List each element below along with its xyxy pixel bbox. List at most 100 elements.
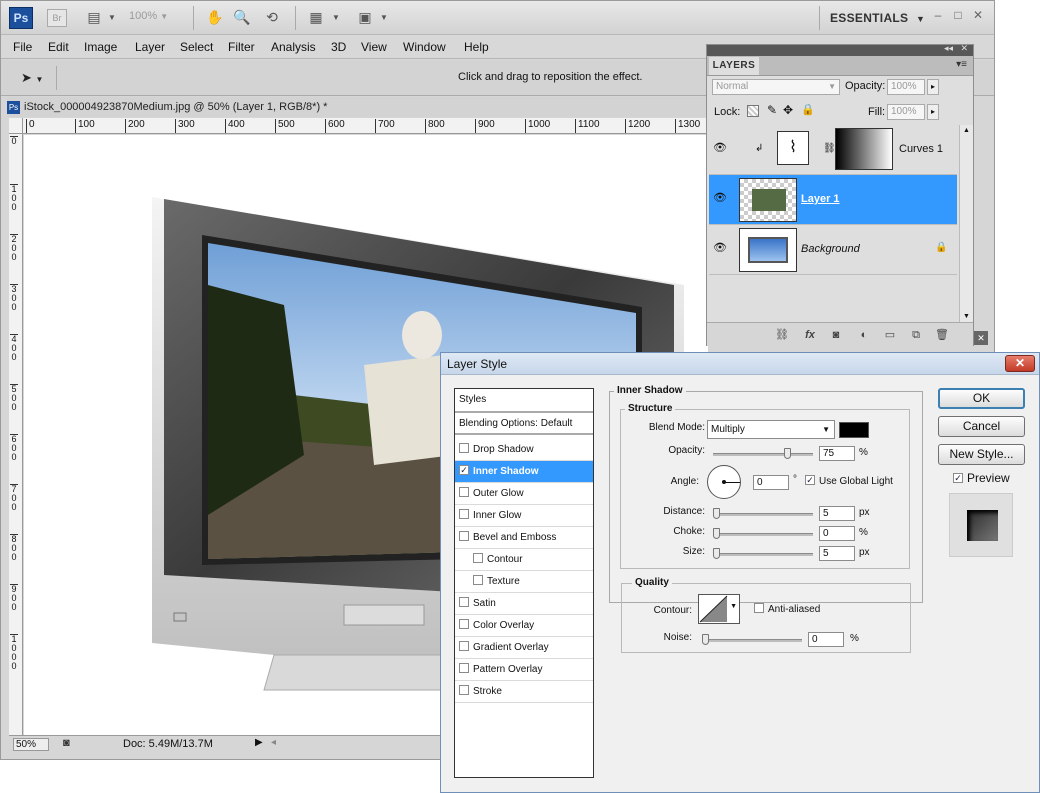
document-tab[interactable]: Ps iStock_000004923870Medium.jpg @ 50% (L… <box>7 97 707 117</box>
scroll-left-icon[interactable]: ◂ <box>271 737 276 748</box>
menu-view[interactable]: View <box>361 40 387 54</box>
visibility-eye-icon[interactable]: 👁 <box>713 191 727 205</box>
minimize-button[interactable]: – <box>931 8 945 22</box>
ok-button[interactable]: OK <box>938 388 1025 409</box>
angle-input[interactable]: 0 <box>753 475 789 490</box>
blend-mode-select[interactable]: Normal ▼ <box>712 79 840 95</box>
effect-checkbox[interactable] <box>459 487 469 498</box>
new-group-icon[interactable]: ▭ <box>883 328 897 342</box>
effect-item[interactable]: Drop Shadow <box>455 439 593 461</box>
visibility-eye-icon[interactable]: 👁 <box>713 141 727 155</box>
menu-filter[interactable]: Filter <box>228 40 255 54</box>
opacity-input[interactable]: 75 <box>819 446 855 461</box>
rotate-view-icon[interactable]: ⟲ <box>263 9 281 26</box>
chevron-down-icon[interactable]: ▼ <box>375 9 393 26</box>
adjustment-layer-icon[interactable]: ◐ <box>857 328 871 342</box>
blend-mode-dropdown[interactable]: Multiply ▼ <box>707 420 835 439</box>
panel-menu-icon[interactable]: ▾≡ <box>956 59 967 70</box>
collapse-icon[interactable]: ◂◂ <box>944 43 953 54</box>
horizontal-ruler[interactable]: 0 100 200 300 400 500 600 700 800 900 10… <box>23 118 708 134</box>
opacity-slider[interactable] <box>713 448 813 459</box>
effect-item[interactable]: Pattern Overlay <box>455 659 593 681</box>
menu-file[interactable]: File <box>13 40 32 54</box>
vertical-ruler[interactable]: 0 1 0 0 2 0 0 3 0 0 4 0 0 5 0 0 6 0 0 7 … <box>9 134 23 736</box>
menu-layer[interactable]: Layer <box>135 40 165 54</box>
effect-item[interactable]: Color Overlay <box>455 615 593 637</box>
size-input[interactable]: 5 <box>819 546 855 561</box>
effect-checkbox[interactable] <box>459 663 469 674</box>
workspace-switcher[interactable]: ESSENTIALS ▼ <box>830 11 925 25</box>
new-layer-icon[interactable]: ⧉ <box>909 328 923 342</box>
scroll-up-icon[interactable]: ▲ <box>963 127 970 134</box>
choke-input[interactable]: 0 <box>819 526 855 541</box>
effect-item[interactable]: Satin <box>455 593 593 615</box>
fill-input[interactable]: 100% <box>887 104 925 120</box>
effect-item[interactable]: ✓ Inner Shadow <box>455 461 593 483</box>
panel-close-icon[interactable]: ✕ <box>974 331 988 345</box>
layer-row-layer1[interactable]: 👁 Layer 1 <box>709 175 957 225</box>
slider-thumb[interactable] <box>713 548 720 559</box>
cancel-button[interactable]: Cancel <box>938 416 1025 437</box>
panel-close-icon[interactable]: ✕ <box>960 43 968 54</box>
effect-checkbox[interactable] <box>473 575 483 586</box>
menu-help[interactable]: Help <box>464 40 489 54</box>
shadow-color-swatch[interactable] <box>839 422 869 438</box>
effect-item[interactable]: Bevel and Emboss <box>455 527 593 549</box>
angle-dial[interactable] <box>707 465 741 499</box>
effect-checkbox[interactable] <box>459 509 469 520</box>
close-button[interactable]: ✕ <box>971 8 985 22</box>
chevron-down-icon[interactable]: ▼ <box>103 9 121 26</box>
menu-window[interactable]: Window <box>403 40 446 54</box>
zoom-level[interactable]: 100% ▼ <box>129 10 181 26</box>
preview-checkbox[interactable]: ✓ Preview <box>953 471 1010 485</box>
zoom-field[interactable]: 50% <box>13 738 49 751</box>
layer-name[interactable]: Layer 1 <box>801 193 840 205</box>
chevron-down-icon[interactable]: ▼ <box>730 603 737 610</box>
effect-checkbox[interactable] <box>459 619 469 630</box>
layers-scrollbar[interactable]: ▲ ▼ <box>959 125 973 322</box>
styles-header[interactable]: Styles <box>455 389 593 413</box>
effect-item[interactable]: Inner Glow <box>455 505 593 527</box>
slider-thumb[interactable] <box>784 448 791 459</box>
view-extras-icon[interactable]: ▤ <box>85 9 103 26</box>
chevron-down-icon[interactable]: ▼ <box>327 9 345 26</box>
menu-image[interactable]: Image <box>84 40 117 54</box>
lock-all-icon[interactable]: 🔒 <box>801 103 815 116</box>
effect-checkbox[interactable] <box>459 531 469 542</box>
distance-input[interactable]: 5 <box>819 506 855 521</box>
delete-layer-icon[interactable]: 🗑 <box>935 328 949 342</box>
menu-analysis[interactable]: Analysis <box>271 40 316 54</box>
effect-item[interactable]: Stroke <box>455 681 593 703</box>
effect-item[interactable]: Outer Glow <box>455 483 593 505</box>
dialog-close-button[interactable]: ✕ <box>1005 355 1035 372</box>
effect-checkbox[interactable] <box>459 641 469 652</box>
panel-header[interactable]: ◂◂ ✕ <box>707 43 973 56</box>
layer-name[interactable]: Background <box>801 243 860 255</box>
menu-3d[interactable]: 3D <box>331 40 346 54</box>
status-menu-arrow-icon[interactable]: ▶ <box>255 737 263 748</box>
anti-aliased-checkbox[interactable]: Anti-aliased <box>754 603 820 615</box>
slider-thumb[interactable] <box>713 528 720 539</box>
tab-layers[interactable]: LAYERS <box>709 57 759 75</box>
choke-slider[interactable] <box>713 528 813 539</box>
effect-checkbox[interactable] <box>459 443 469 454</box>
blending-options[interactable]: Blending Options: Default <box>455 413 593 435</box>
size-slider[interactable] <box>713 548 813 559</box>
status-info-icon[interactable]: ◙ <box>63 737 70 749</box>
layer-mask-thumbnail[interactable] <box>835 128 893 170</box>
effect-item[interactable]: Gradient Overlay <box>455 637 593 659</box>
noise-input[interactable]: 0 <box>808 632 844 647</box>
effect-item[interactable]: Texture <box>455 571 593 593</box>
arrange-documents-icon[interactable]: ▦ <box>307 9 325 26</box>
noise-slider[interactable] <box>702 634 802 645</box>
effect-checkbox[interactable]: ✓ <box>459 465 469 476</box>
layer-thumbnail[interactable] <box>739 178 797 222</box>
layer-row-background[interactable]: 👁 Background 🔒 <box>709 225 957 275</box>
use-global-light-checkbox[interactable]: ✓ Use Global Light <box>805 475 893 487</box>
bridge-button[interactable]: Br <box>47 9 67 27</box>
move-tool-icon[interactable]: ➤ ▼ <box>13 66 57 90</box>
link-layers-icon[interactable]: ⛓ <box>775 328 789 342</box>
opacity-input[interactable]: 100% <box>887 79 925 95</box>
lock-transparency-icon[interactable] <box>747 105 759 117</box>
effect-checkbox[interactable] <box>459 685 469 696</box>
